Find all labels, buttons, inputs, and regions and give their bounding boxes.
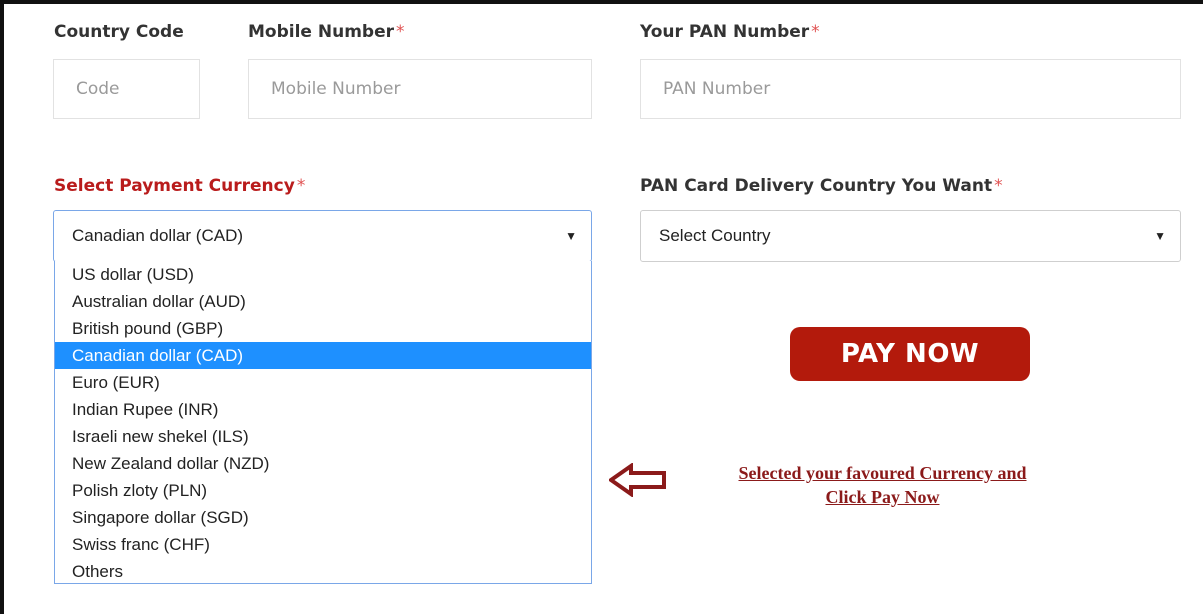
currency-option[interactable]: Israeli new shekel (ILS) xyxy=(55,423,591,450)
currency-option[interactable]: British pound (GBP) xyxy=(55,315,591,342)
currency-option[interactable]: Others xyxy=(55,558,591,585)
delivery-country-label: PAN Card Delivery Country You Want * xyxy=(640,176,1003,196)
annotation-line-1: Selected your favoured Currency and xyxy=(738,463,1027,483)
currency-option[interactable]: Australian dollar (AUD) xyxy=(55,288,591,315)
currency-option[interactable]: Swiss franc (CHF) xyxy=(55,531,591,558)
delivery-country-selected-value: Select Country xyxy=(659,226,771,245)
country-code-input[interactable] xyxy=(53,59,200,119)
payment-currency-label: Select Payment Currency * xyxy=(54,176,306,196)
required-star: * xyxy=(994,176,1003,196)
currency-option[interactable]: New Zealand dollar (NZD) xyxy=(55,450,591,477)
pan-number-input[interactable] xyxy=(640,59,1181,119)
mobile-number-label: Mobile Number * xyxy=(248,22,405,42)
annotation-line-2: Click Pay Now xyxy=(825,487,940,507)
currency-option[interactable]: Euro (EUR) xyxy=(55,369,591,396)
currency-option[interactable]: US dollar (USD) xyxy=(55,261,591,288)
required-star: * xyxy=(296,176,306,196)
pay-now-button[interactable]: PAY NOW xyxy=(790,327,1030,381)
delivery-country-select[interactable]: Select Country ▼ xyxy=(640,210,1181,262)
currency-option[interactable]: Polish zloty (PLN) xyxy=(55,477,591,504)
left-arrow-icon xyxy=(609,463,666,497)
dropdown-arrow-icon: ▼ xyxy=(1154,229,1166,243)
currency-option[interactable]: Canadian dollar (CAD) xyxy=(55,342,591,369)
mobile-number-input[interactable] xyxy=(248,59,592,119)
currency-option[interactable]: Singapore dollar (SGD) xyxy=(55,504,591,531)
annotation-note: Selected your favoured Currency and Clic… xyxy=(670,461,1095,509)
required-star: * xyxy=(396,22,405,42)
dropdown-arrow-icon: ▼ xyxy=(565,229,577,243)
currency-option[interactable]: Indian Rupee (INR) xyxy=(55,396,591,423)
required-star: * xyxy=(811,22,820,42)
payment-currency-select[interactable]: Canadian dollar (CAD) ▼ xyxy=(53,210,592,262)
country-code-label: Country Code xyxy=(54,22,184,42)
currency-dropdown-list: US dollar (USD) Australian dollar (AUD) Br… xyxy=(54,261,592,584)
pay-now-label: PAY NOW xyxy=(840,339,980,369)
pan-number-label: Your PAN Number * xyxy=(640,22,820,42)
payment-currency-selected-value: Canadian dollar (CAD) xyxy=(72,226,244,245)
